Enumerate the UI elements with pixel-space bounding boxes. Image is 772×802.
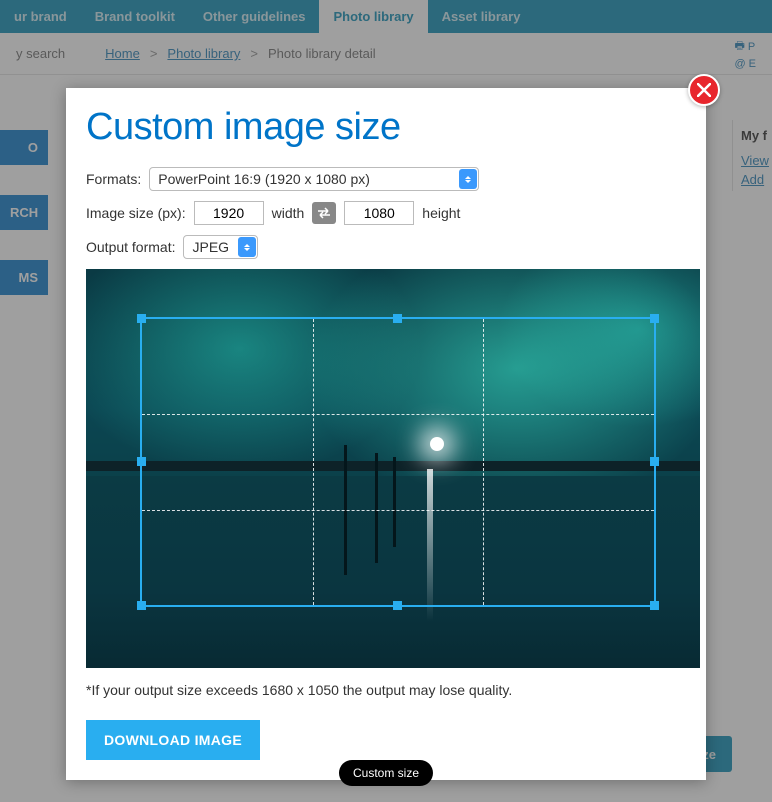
custom-image-size-modal: Custom image size Formats: PowerPoint 16… [66, 88, 706, 780]
width-label: width [272, 205, 305, 221]
crop-grid-line [142, 414, 654, 415]
tooltip: Custom size [339, 760, 433, 786]
formats-select[interactable]: PowerPoint 16:9 (1920 x 1080 px) [149, 167, 479, 191]
width-input[interactable] [194, 201, 264, 225]
crop-grid-line [313, 319, 314, 605]
swap-dimensions-button[interactable] [312, 202, 336, 224]
modal-title: Custom image size [86, 106, 686, 149]
height-label: height [422, 205, 460, 221]
swap-icon [317, 207, 331, 219]
crop-handle-tl[interactable] [137, 314, 146, 323]
close-icon [697, 83, 711, 97]
crop-handle-tr[interactable] [650, 314, 659, 323]
output-format-label: Output format: [86, 239, 175, 255]
download-image-button[interactable]: DOWNLOAD IMAGE [86, 720, 260, 760]
crop-handle-tm[interactable] [393, 314, 402, 323]
height-input[interactable] [344, 201, 414, 225]
crop-handle-bm[interactable] [393, 601, 402, 610]
crop-handle-br[interactable] [650, 601, 659, 610]
crop-handle-ml[interactable] [137, 457, 146, 466]
output-format-select[interactable]: JPEG [183, 235, 258, 259]
formats-label: Formats: [86, 171, 141, 187]
select-caret-icon [238, 237, 256, 257]
crop-handle-bl[interactable] [137, 601, 146, 610]
crop-frame[interactable] [140, 317, 656, 607]
crop-handle-mr[interactable] [650, 457, 659, 466]
imagesize-label: Image size (px): [86, 205, 186, 221]
quality-note: *If your output size exceeds 1680 x 1050… [86, 682, 686, 698]
crop-grid-line [483, 319, 484, 605]
select-caret-icon [459, 169, 477, 189]
image-preview[interactable] [86, 269, 700, 668]
crop-grid-line [142, 510, 654, 511]
close-button[interactable] [688, 74, 720, 106]
